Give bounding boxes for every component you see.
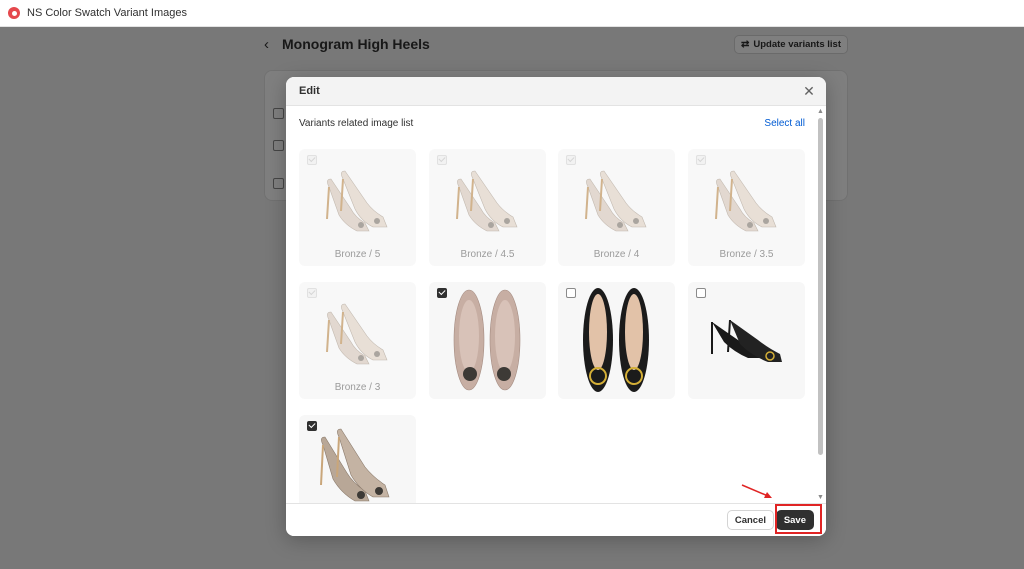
variant-image-tile[interactable]: Bronze / 3 [299,282,416,399]
variant-image-tile[interactable]: Bronze / 4 [558,149,675,266]
tile-label: Bronze / 5 [334,249,381,260]
scroll-down-icon[interactable]: ▼ [817,494,824,501]
annotation-highlight-box [775,504,822,534]
variant-image-tile[interactable] [429,282,546,399]
tile-label: Bronze / 3.5 [719,249,774,260]
tile-checkbox[interactable] [437,288,447,298]
tile-checkbox[interactable] [307,155,317,165]
modal-scrollbar[interactable]: ▲ ▼ [817,108,824,501]
variant-image-tile[interactable]: Bronze / 5 [299,149,416,266]
tile-label: Bronze / 4 [593,249,640,260]
variant-image-tile[interactable]: Bronze / 4.5 [429,149,546,266]
black-pumps-top-image [583,288,649,392]
scroll-up-icon[interactable]: ▲ [817,108,824,115]
section-label: Variants related image list [299,118,414,129]
modal-title: Edit [299,85,320,97]
edit-modal: Edit ✕ Variants related image list Selec… [286,77,826,536]
annotation-arrow-icon [741,484,772,498]
modal-footer: Cancel Save [286,503,826,536]
tile-label: Bronze / 4.5 [460,249,515,260]
tile-checkbox[interactable] [566,155,576,165]
app-header: NS Color Swatch Variant Images [0,0,1024,27]
taupe-pumps-top-image [453,289,521,391]
select-all-link[interactable]: Select all [764,118,805,129]
modal-body: Variants related image list Select all B… [286,106,826,503]
app-logo-icon [8,7,20,19]
tile-checkbox[interactable] [307,288,317,298]
app-title: NS Color Swatch Variant Images [27,7,187,19]
variant-image-tile[interactable] [558,282,675,399]
modal-header: Edit ✕ [286,77,826,106]
tile-label: Bronze / 3 [334,382,381,393]
variant-image-tile[interactable]: Bronze / 3.5 [688,149,805,266]
variant-image-tile[interactable] [299,415,416,503]
tile-checkbox[interactable] [696,288,706,298]
scroll-thumb[interactable] [818,118,823,455]
variant-image-tile[interactable] [688,282,805,399]
black-pumps-side-image [711,319,782,362]
tile-checkbox[interactable] [307,421,317,431]
cancel-button[interactable]: Cancel [726,510,774,530]
tile-checkbox[interactable] [696,155,706,165]
tile-checkbox[interactable] [566,288,576,298]
close-icon[interactable]: ✕ [801,83,817,99]
tile-checkbox[interactable] [437,155,447,165]
